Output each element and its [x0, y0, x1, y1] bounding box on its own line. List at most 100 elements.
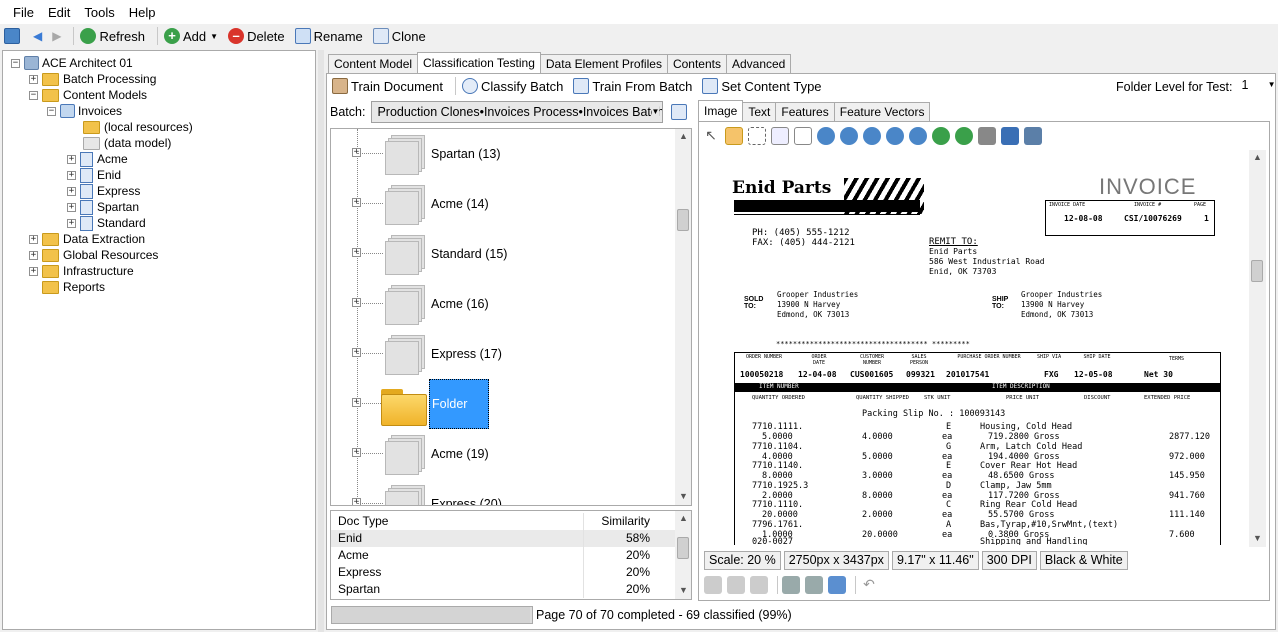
batch-node-folder[interactable]: + Folder (18)	[331, 379, 671, 459]
vertical-scrollbar[interactable]: ▲ ▼	[675, 511, 691, 599]
classify-batch-button[interactable]: Classify Batch	[460, 75, 565, 97]
batch-node[interactable]: + Express (20)	[331, 479, 671, 505]
scroll-thumb[interactable]	[1251, 260, 1263, 282]
batch-node[interactable]: + Acme (14)	[331, 179, 671, 229]
tree-node-infrastructure[interactable]: + Infrastructure	[29, 263, 134, 279]
zoom-in-icon[interactable]	[817, 127, 835, 145]
scroll-thumb[interactable]	[677, 537, 689, 559]
vertical-scrollbar[interactable]: ▲ ▼	[675, 129, 691, 505]
line-item-ext: 7.600	[1169, 529, 1195, 540]
zoom-width-icon[interactable]	[909, 127, 927, 145]
rotate-icon[interactable]	[828, 576, 846, 594]
batch-node[interactable]: + Standard (15)	[331, 229, 671, 279]
table-row[interactable]: Spartan 20%	[331, 581, 676, 598]
delete-button[interactable]: – Delete	[226, 25, 287, 47]
edit-tool-icon[interactable]	[727, 576, 745, 594]
tree-node-standard[interactable]: + Standard	[67, 215, 146, 231]
table-row[interactable]: Enid 58%	[331, 530, 676, 547]
line-item-item: 7710.1925.3	[752, 480, 809, 491]
table-row[interactable]: Express 20%	[331, 564, 676, 581]
home-button[interactable]	[2, 25, 25, 47]
tree-node-acme[interactable]: + Acme	[67, 151, 128, 167]
tree-connector	[357, 303, 383, 304]
edit-tool-icon[interactable]	[704, 576, 722, 594]
toolbar-separator	[455, 77, 456, 95]
back-button[interactable]: ◀	[31, 25, 44, 47]
tree-node-root[interactable]: − ACE Architect 01	[11, 55, 133, 71]
tree-node-local-resources[interactable]: (local resources)	[83, 119, 193, 135]
add-button[interactable]: + Add ▼	[162, 25, 220, 47]
tree-node-data-model[interactable]: (data model)	[83, 135, 171, 151]
menu-tools[interactable]: Tools	[77, 5, 121, 20]
menu-help[interactable]: Help	[122, 5, 163, 20]
batch-node-label: Folder (18)	[429, 379, 489, 459]
pan-hand-icon[interactable]	[725, 127, 743, 145]
tree-node-invoices[interactable]: − Invoices	[47, 103, 122, 119]
tree-node-reports[interactable]: Reports	[42, 279, 105, 295]
rename-button[interactable]: Rename	[293, 25, 365, 47]
undo-icon[interactable]: ↶	[860, 576, 878, 594]
tab-data-element-profiles[interactable]: Data Element Profiles	[539, 54, 668, 74]
tree-node-spartan[interactable]: + Spartan	[67, 199, 139, 215]
tab-text[interactable]: Text	[742, 102, 777, 122]
zoom-out-icon[interactable]	[840, 127, 858, 145]
rotate-right-icon[interactable]	[932, 127, 950, 145]
tree-node-content-models[interactable]: − Content Models	[29, 87, 147, 103]
refresh-button[interactable]: Refresh	[78, 25, 147, 47]
tab-image[interactable]: Image	[698, 100, 744, 122]
zoom-fit-icon[interactable]	[886, 127, 904, 145]
add-icon: +	[164, 28, 180, 44]
train-document-button[interactable]: Train Document	[330, 75, 445, 97]
tree-node-express[interactable]: + Express	[67, 183, 140, 199]
tree-connector	[357, 453, 383, 454]
crop-icon[interactable]	[805, 576, 823, 594]
folder-level-select[interactable]: 1 ▼	[1238, 78, 1278, 96]
table-row[interactable]: Acme 20%	[331, 547, 676, 564]
line-item-desc: Cover Rear Hot Head	[980, 461, 1078, 471]
zoom-region-icon[interactable]	[771, 127, 789, 145]
column-header-similarity[interactable]: Similarity	[601, 513, 650, 530]
select-region-icon[interactable]	[748, 127, 766, 145]
magnifier-icon[interactable]	[794, 127, 812, 145]
invoice-date-label: INVOICE DATE	[1049, 202, 1086, 208]
menu-edit[interactable]: Edit	[41, 5, 77, 20]
tab-features[interactable]: Features	[775, 102, 835, 122]
expand-icon: +	[29, 233, 38, 244]
document-image[interactable]: Enid Parts INVOICE INVOICE DATE INVOICE …	[704, 150, 1248, 545]
column-header-doc-type[interactable]: Doc Type	[338, 513, 388, 530]
image-adjust-icon[interactable]	[782, 576, 800, 594]
save-icon[interactable]	[1001, 127, 1019, 145]
pages-icon	[385, 485, 427, 505]
tree-node-global-resources[interactable]: + Global Resources	[29, 247, 158, 263]
train-from-batch-button[interactable]: Train From Batch	[571, 75, 694, 97]
batch-node[interactable]: + Acme (16)	[331, 279, 671, 329]
folder-level-control: Folder Level for Test: 1 ▼	[1116, 78, 1278, 96]
tab-contents[interactable]: Contents	[666, 54, 727, 74]
batch-node[interactable]: + Spartan (13)	[331, 129, 671, 179]
scroll-thumb[interactable]	[677, 209, 689, 231]
batch-node[interactable]: + Acme (19)	[331, 429, 671, 479]
tree-node-enid[interactable]: + Enid	[67, 167, 121, 183]
tab-advanced[interactable]: Advanced	[725, 54, 792, 74]
rotate-left-icon[interactable]	[955, 127, 973, 145]
forward-button[interactable]: ▶	[50, 25, 63, 47]
tree-node-data-extraction[interactable]: + Data Extraction	[29, 231, 145, 247]
tree-node-batch-processing[interactable]: + Batch Processing	[29, 71, 156, 87]
panel-splitter[interactable]	[318, 50, 324, 632]
tab-feature-vectors[interactable]: Feature Vectors	[833, 102, 931, 122]
vertical-scrollbar[interactable]: ▲ ▼	[1249, 150, 1266, 547]
settings-tools-icon[interactable]	[1024, 127, 1042, 145]
batch-node[interactable]: + Express (17)	[331, 329, 671, 379]
clone-button[interactable]: Clone	[371, 25, 428, 47]
print-icon[interactable]	[978, 127, 996, 145]
edit-tool-icon[interactable]	[750, 576, 768, 594]
tab-content-model[interactable]: Content Model	[328, 54, 419, 74]
tab-classification-testing[interactable]: Classification Testing	[417, 52, 541, 74]
batch-browse-icon[interactable]	[671, 104, 688, 120]
line-item-stk: A	[946, 519, 952, 530]
set-content-type-button[interactable]: Set Content Type	[700, 75, 823, 97]
zoom-actual-icon[interactable]	[863, 127, 881, 145]
menu-file[interactable]: File	[6, 5, 41, 20]
batch-select[interactable]: Production Clones•Invoices Process•Invoi…	[371, 101, 664, 123]
pointer-tool-icon[interactable]: ↖	[702, 127, 720, 145]
